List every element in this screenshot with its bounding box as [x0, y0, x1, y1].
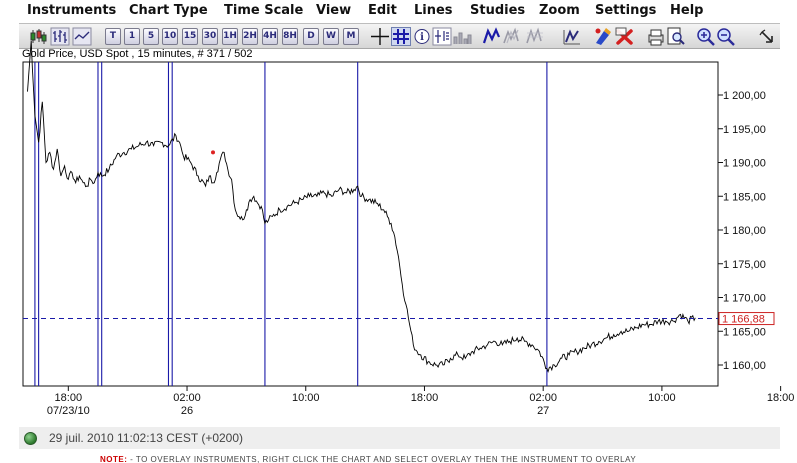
time-tick-label: 02:00	[529, 392, 557, 404]
time-tick-label: 10:00	[292, 392, 320, 404]
price-tick-label: 1 180,00	[723, 225, 766, 237]
status-bar: 29 juil. 2010 11:02:13 CEST (+0200)	[19, 427, 780, 449]
price-tick-label: 1 190,00	[723, 158, 766, 170]
price-tick-label: 1 195,00	[723, 124, 766, 136]
time-tick-label: 18:00	[55, 392, 83, 404]
date-tick-label: 27	[537, 405, 549, 417]
price-chart[interactable]: 1 200,00 1 195,00 1 190,00 1 185,00 1 180,00…	[0, 0, 797, 463]
date-tick-label: 26	[181, 405, 193, 417]
status-timestamp: 29 juil. 2010 11:02:13 CEST (+0200)	[49, 431, 244, 445]
note-label: NOTE:	[100, 455, 128, 463]
plot-area	[22, 61, 719, 387]
date-tick-label: 07/23/10	[47, 405, 90, 417]
price-tick-label: 1 170,00	[723, 293, 766, 305]
price-tick-label: 1 160,00	[723, 360, 766, 372]
connection-status-icon	[24, 432, 37, 445]
time-tick-label: 10:00	[648, 392, 676, 404]
price-tick-label: 1 200,00	[723, 90, 766, 102]
price-marker	[211, 150, 215, 155]
time-tick-label: 02:00	[173, 392, 201, 404]
time-tick-label: 18:00	[767, 392, 795, 404]
overlay-note: NOTE: - TO OVERLAY INSTRUMENTS, RIGHT CL…	[100, 455, 636, 463]
current-price-label: 1 166,88	[722, 314, 765, 326]
price-tick-label: 1 175,00	[723, 259, 766, 271]
price-tick-label: 1 185,00	[723, 191, 766, 203]
time-tick-label: 18:00	[411, 392, 439, 404]
note-text: - TO OVERLAY INSTRUMENTS, RIGHT CLICK TH…	[127, 455, 637, 463]
price-tick-label: 1 165,00	[723, 326, 766, 338]
